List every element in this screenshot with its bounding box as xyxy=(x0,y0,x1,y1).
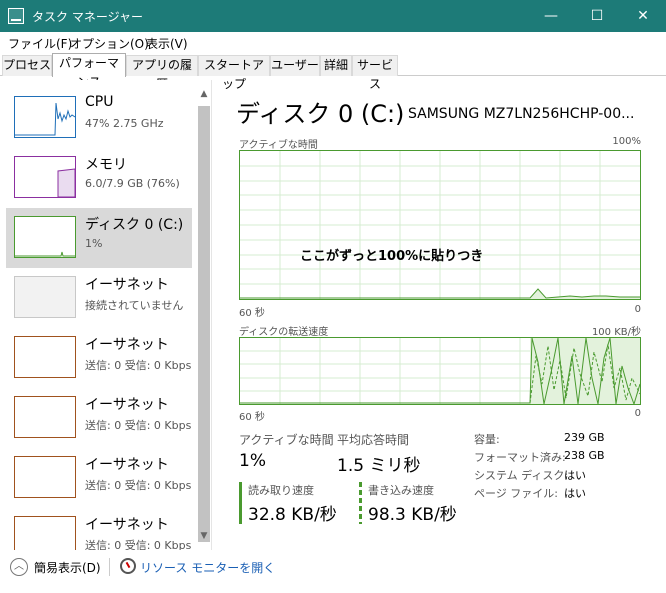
open-resource-monitor-link[interactable]: リソース モニターを開く xyxy=(140,559,275,576)
fewer-details-button[interactable]: 簡易表示(D) xyxy=(34,559,101,576)
transfer-rate-chart-svg xyxy=(240,337,641,406)
active-time-label: アクティブな時間 xyxy=(239,433,334,447)
resource-monitor-icon[interactable] xyxy=(120,558,136,574)
sidebar-item-name: メモリ xyxy=(85,157,127,173)
formatted-value: 238 GB xyxy=(564,449,605,462)
close-button[interactable]: ✕ xyxy=(620,0,666,32)
system-disk-value: はい xyxy=(564,469,586,482)
chart-grid xyxy=(240,151,640,299)
active-time-chart-max: 100% xyxy=(612,136,641,147)
avg-response-value: 1.5 ミリ秒 xyxy=(337,456,421,476)
sidebar-item-name: イーサネット xyxy=(85,277,169,293)
active-time-chart-svg xyxy=(240,151,640,299)
disk-title: ディスク 0 (C:) xyxy=(236,100,405,128)
sidebar-item-memory[interactable]: メモリ 6.0/7.9 GB (76%) xyxy=(6,148,192,208)
menu-view[interactable]: 表示(V) xyxy=(146,35,188,52)
disk-thumbnail-line xyxy=(15,251,75,257)
page-file-value: はい xyxy=(564,487,586,500)
active-time-value: 1% xyxy=(239,451,266,471)
sidebar-item-disk[interactable]: ディスク 0 (C:) 1% xyxy=(6,208,192,268)
tab-performance[interactable]: パフォーマンス xyxy=(52,53,126,89)
ethernet-thumbnail-graph xyxy=(14,336,76,378)
sidebar-item-sub: 1% xyxy=(85,237,103,250)
read-rate-label: 読み取り速度 xyxy=(248,484,314,497)
formatted-label: フォーマット済み: xyxy=(474,451,566,464)
tab-users[interactable]: ユーザー xyxy=(270,55,320,76)
sidebar-item-sub: 6.0/7.9 GB (76%) xyxy=(85,177,180,190)
sidebar-scrollbar[interactable]: ▲ ▼ xyxy=(196,88,212,546)
sidebar-item-name: イーサネット xyxy=(85,337,169,353)
read-rate-value: 32.8 KB/秒 xyxy=(248,505,337,525)
transfer-rate-chart xyxy=(239,337,641,406)
sidebar-item-sub: 送信: 0 受信: 0 Kbps xyxy=(85,539,192,550)
active-time-chart-time-right: 0 xyxy=(634,304,641,315)
ethernet-thumbnail-graph xyxy=(14,396,76,438)
user-annotation: ここがずっと100%に貼りつき xyxy=(300,249,484,264)
sidebar-item-name: イーサネット xyxy=(85,517,169,533)
page-file-label: ページ ファイル: xyxy=(474,487,558,500)
disk-model: SAMSUNG MZ7LN256HCHP-00... xyxy=(408,106,635,122)
transfer-chart-time-left: 60 秒 xyxy=(239,412,265,423)
tab-startup[interactable]: スタートアップ xyxy=(198,55,270,91)
title-bar: タスク マネージャー — ☐ ✕ xyxy=(0,0,666,32)
tab-strip: プロセス パフォーマンス アプリの履歴 スタートアップ ユーザー 詳細 サービス xyxy=(0,52,666,91)
sidebar-item-ethernet-4[interactable]: イーサネット 送信: 0 受信: 0 Kbps xyxy=(6,448,192,508)
cpu-thumbnail-line xyxy=(15,102,76,136)
transfer-chart-label: ディスクの転送速度 xyxy=(239,327,329,338)
capacity-value: 239 GB xyxy=(564,431,605,444)
sidebar-item-sub: 送信: 0 受信: 0 Kbps xyxy=(85,419,192,432)
write-rate-value: 98.3 KB/秒 xyxy=(368,505,457,525)
footer-separator xyxy=(109,558,110,576)
capacity-label: 容量: xyxy=(474,433,500,446)
tab-app-history[interactable]: アプリの履歴 xyxy=(126,55,198,91)
transfer-chart-time-right: 0 xyxy=(634,408,641,419)
scroll-down-icon[interactable]: ▼ xyxy=(199,531,209,545)
sidebar-item-name: ディスク 0 (C:) xyxy=(85,217,184,233)
task-manager-icon xyxy=(8,8,24,24)
read-rate-indicator xyxy=(239,482,242,524)
active-time-chart: ここがずっと100%に貼りつき xyxy=(239,150,641,300)
write-rate-label: 書き込み速度 xyxy=(368,484,434,497)
sidebar-item-ethernet-5[interactable]: イーサネット 送信: 0 受信: 0 Kbps xyxy=(6,508,192,550)
menu-bar: ファイル(F) オプション(O) 表示(V) xyxy=(0,32,666,52)
scroll-up-icon[interactable]: ▲ xyxy=(199,89,209,103)
sidebar-item-sub: 47% 2.75 GHz xyxy=(85,117,164,130)
ethernet-thumbnail-graph xyxy=(14,516,76,550)
cpu-thumbnail-graph xyxy=(14,96,76,138)
chevron-up-icon[interactable]: ︿ xyxy=(10,558,28,576)
sidebar-item-name: イーサネット xyxy=(85,457,169,473)
ethernet-thumbnail-graph xyxy=(14,276,76,318)
sidebar-item-ethernet-1[interactable]: イーサネット 接続されていません xyxy=(6,268,192,328)
write-rate-indicator xyxy=(359,482,362,524)
tab-services[interactable]: サービス xyxy=(352,55,398,91)
window-title: タスク マネージャー xyxy=(32,10,143,24)
minimize-button[interactable]: — xyxy=(528,0,574,32)
sidebar-item-cpu[interactable]: CPU 47% 2.75 GHz xyxy=(6,88,192,148)
sidebar-item-sub: 送信: 0 受信: 0 Kbps xyxy=(85,479,192,492)
resource-list: CPU 47% 2.75 GHz メモリ 6.0/7.9 GB (76%) ディ… xyxy=(0,80,212,550)
tab-processes[interactable]: プロセス xyxy=(2,55,52,76)
sidebar-item-sub: 送信: 0 受信: 0 Kbps xyxy=(85,359,192,372)
footer-bar: ︿ 簡易表示(D) リソース モニターを開く xyxy=(0,550,666,593)
disk-thumbnail-graph xyxy=(14,216,76,258)
disk-detail-panel: ディスク 0 (C:) SAMSUNG MZ7LN256HCHP-00... ア… xyxy=(222,80,666,550)
sidebar-item-ethernet-3[interactable]: イーサネット 送信: 0 受信: 0 Kbps xyxy=(6,388,192,448)
sidebar-item-name: CPU xyxy=(85,94,114,110)
sidebar-item-ethernet-2[interactable]: イーサネット 送信: 0 受信: 0 Kbps xyxy=(6,328,192,388)
system-disk-label: システム ディスク: xyxy=(474,469,569,482)
sidebar-item-name: イーサネット xyxy=(85,397,169,413)
menu-options[interactable]: オプション(O) xyxy=(70,35,149,52)
memory-thumbnail-graph xyxy=(14,156,76,198)
ethernet-thumbnail-graph xyxy=(14,456,76,498)
active-time-chart-time-left: 60 秒 xyxy=(239,308,265,319)
sidebar-item-sub: 接続されていません xyxy=(85,299,184,312)
transfer-chart-max: 100 KB/秒 xyxy=(591,327,641,338)
maximize-button[interactable]: ☐ xyxy=(574,0,620,32)
scroll-thumb[interactable] xyxy=(198,106,210,542)
avg-response-label: 平均応答時間 xyxy=(337,433,410,447)
tab-details[interactable]: 詳細 xyxy=(320,55,352,76)
memory-thumbnail-fill xyxy=(57,168,76,198)
active-time-chart-label: アクティブな時間 xyxy=(239,140,318,151)
menu-file[interactable]: ファイル(F) xyxy=(8,35,72,52)
